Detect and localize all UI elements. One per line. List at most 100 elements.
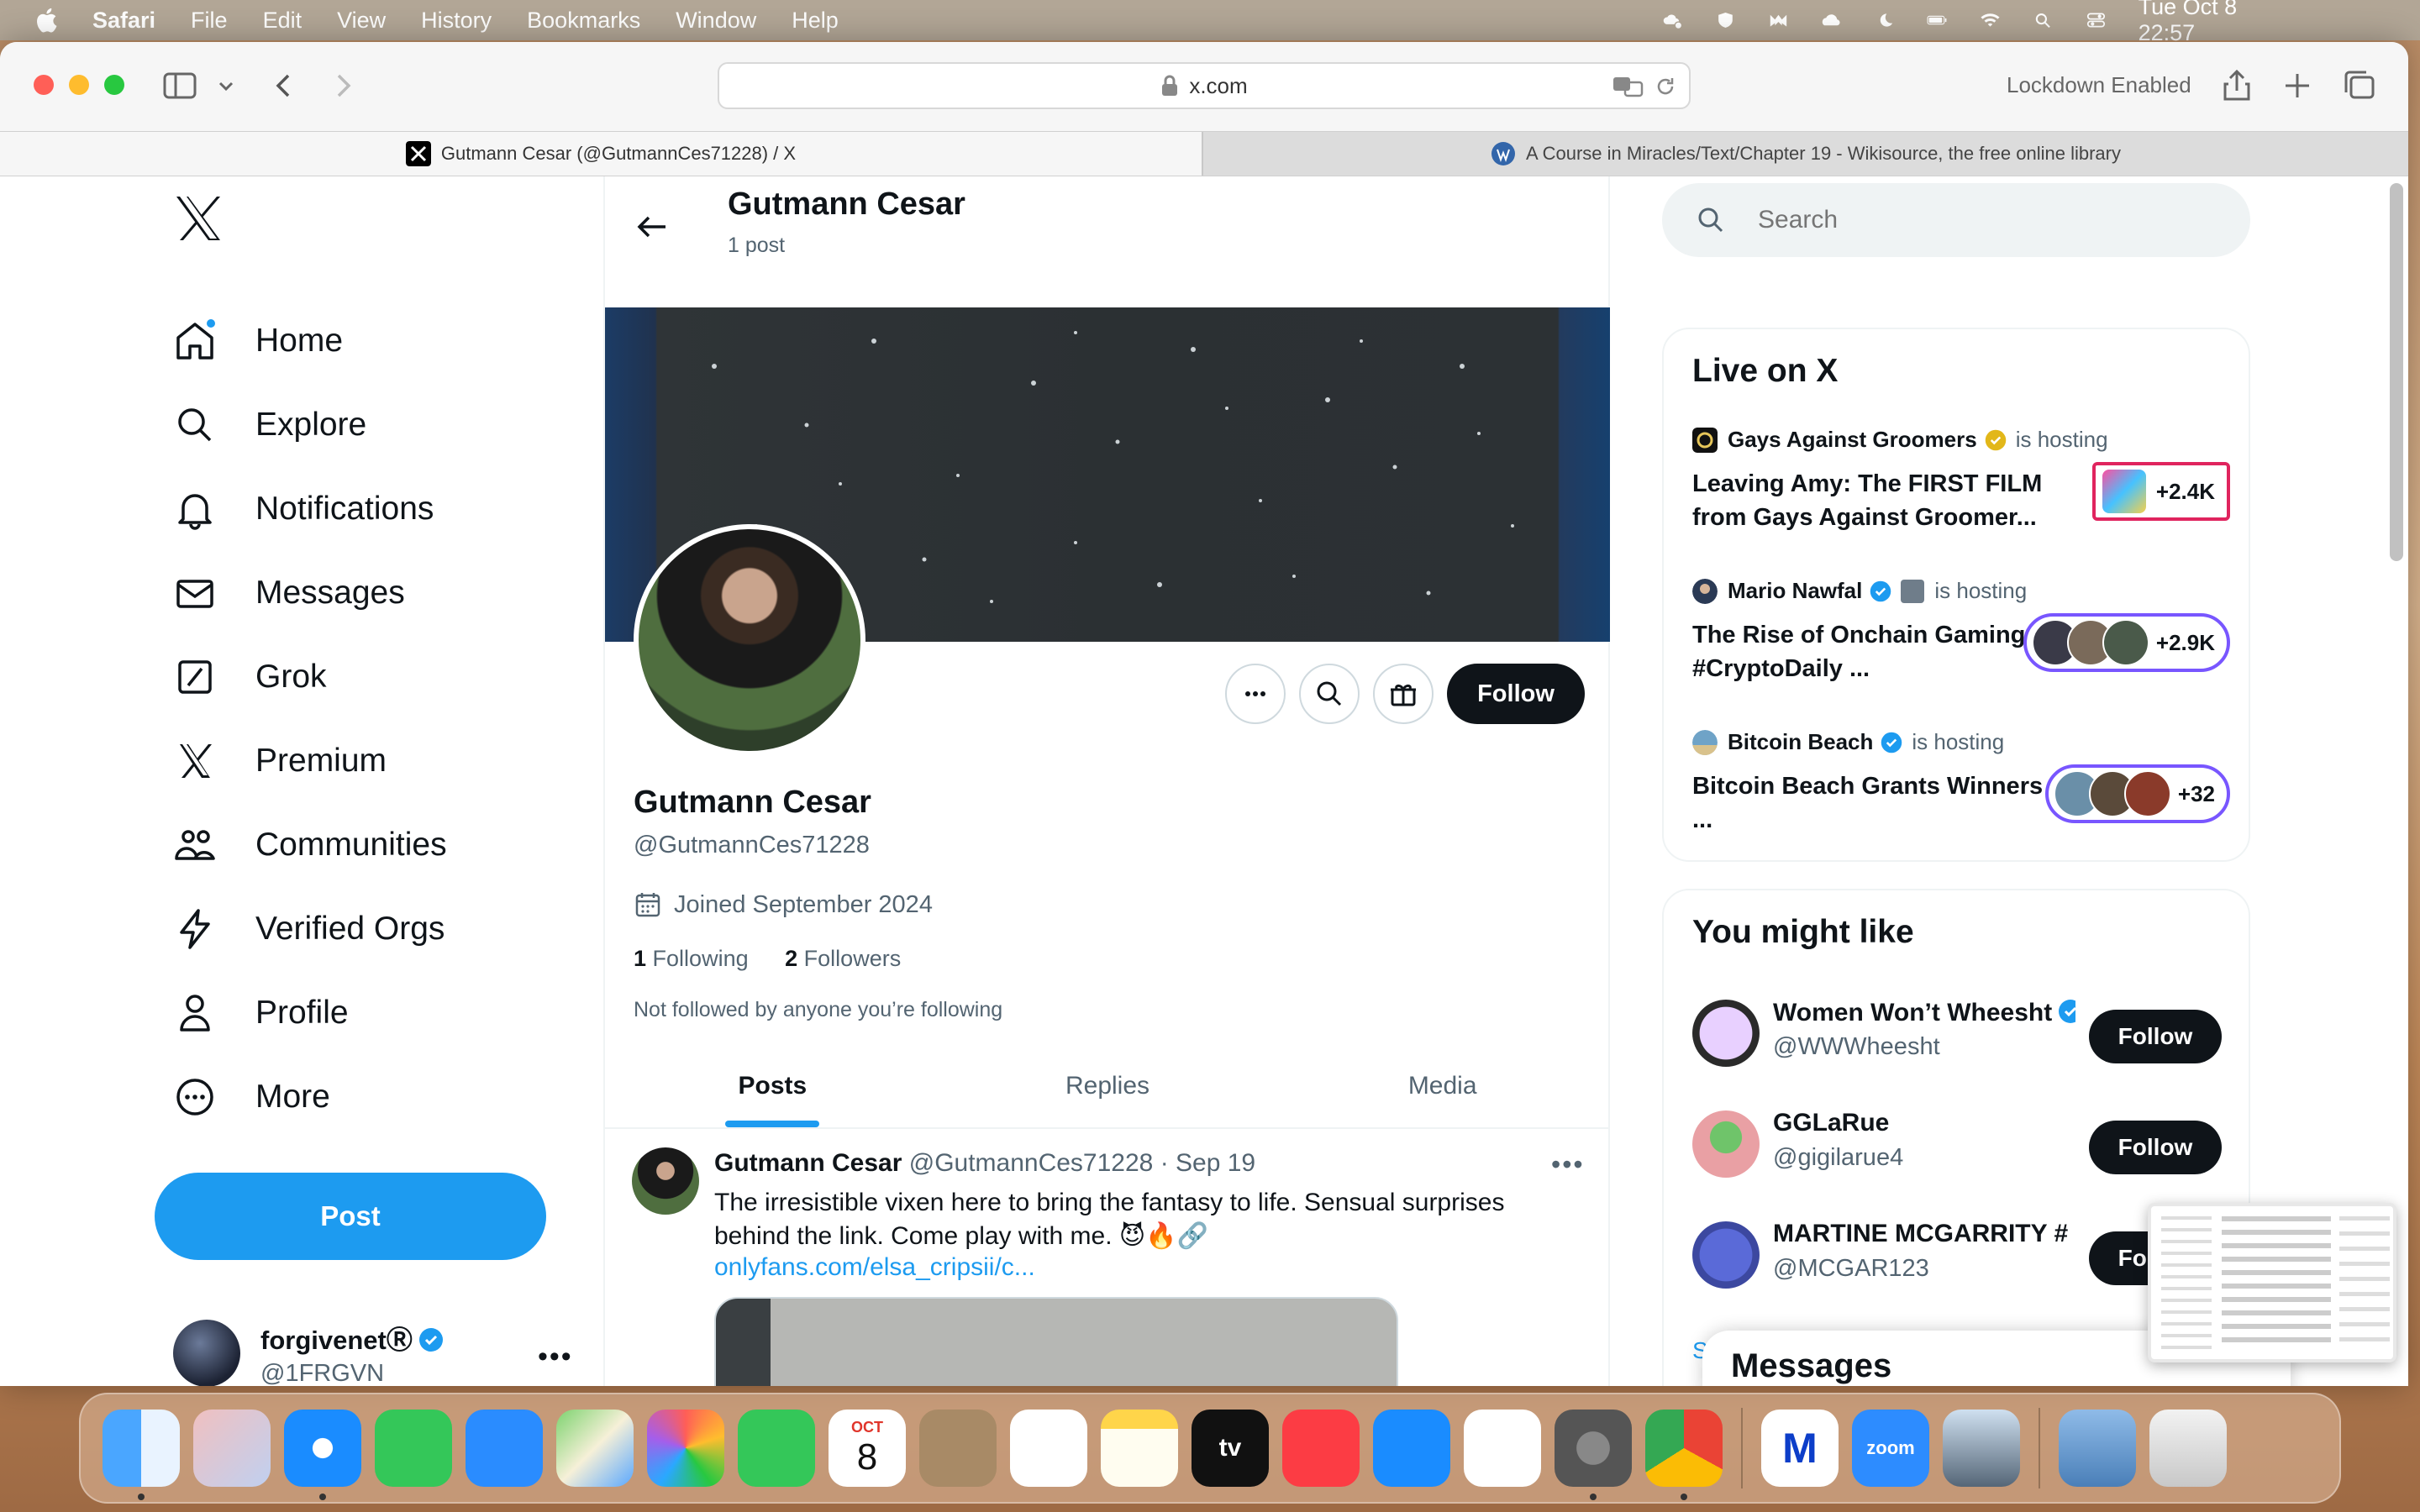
suggested-account[interactable]: Women Won’t Wheesht @WWWheesht Follow xyxy=(1692,991,2230,1075)
nav-verified-orgs[interactable]: Verified Orgs xyxy=(173,907,445,951)
moon-icon[interactable] xyxy=(1874,8,1895,33)
live-item[interactable]: Mario Nawfal is hosting The Rise of Oncha… xyxy=(1692,578,2230,696)
account-switcher[interactable]: forgivenetⓇ @1FRGVN xyxy=(173,1319,445,1386)
profile-avatar[interactable] xyxy=(634,524,865,756)
tab-replies[interactable]: Replies xyxy=(940,1045,1276,1127)
tweet[interactable]: Gutmann Cesar @GutmannCes71228 · Sep 19 … xyxy=(605,1131,1610,1386)
safari-icon[interactable] xyxy=(284,1410,361,1500)
app-store-icon[interactable] xyxy=(1373,1410,1450,1487)
menu-clock[interactable]: Tue Oct 8 22:57 xyxy=(2139,0,2250,46)
following-link[interactable]: 1 Following xyxy=(634,946,749,971)
close-window-button[interactable] xyxy=(34,75,54,95)
menu-view[interactable]: View xyxy=(337,8,386,34)
search-input[interactable] xyxy=(1758,206,2212,234)
tab-wikisource[interactable]: A Course in Miracles/Text/Chapter 19 - W… xyxy=(1202,132,2408,176)
menu-file[interactable]: File xyxy=(191,8,228,34)
nav-explore[interactable]: Explore xyxy=(173,403,366,447)
system-settings-icon[interactable] xyxy=(1555,1410,1632,1500)
zoom-window-button[interactable] xyxy=(104,75,124,95)
live-item[interactable]: Bitcoin Beach is hosting Bitcoin Beach Gr… xyxy=(1692,729,2230,847)
notes-icon[interactable] xyxy=(1101,1410,1178,1487)
menu-edit[interactable]: Edit xyxy=(263,8,302,34)
menu-bookmarks[interactable]: Bookmarks xyxy=(527,8,640,34)
listeners-pill[interactable]: +2.4K xyxy=(2091,462,2230,521)
live-item[interactable]: Gays Against Groomers is hosting Leaving … xyxy=(1692,427,2230,544)
nav-profile[interactable]: Profile xyxy=(173,991,349,1035)
contacts-icon[interactable] xyxy=(919,1410,997,1487)
nav-home[interactable]: Home xyxy=(173,318,343,363)
more-horizontal-icon[interactable]: ••• xyxy=(538,1341,573,1373)
wifi-icon[interactable] xyxy=(1980,8,2001,33)
menu-help[interactable]: Help xyxy=(792,8,839,34)
freeform-icon[interactable] xyxy=(1464,1410,1541,1487)
menu-history[interactable]: History xyxy=(421,8,492,34)
more-options-button[interactable] xyxy=(1225,664,1286,724)
nav-notifications[interactable]: Notifications xyxy=(173,487,434,531)
sidebar-toggle-icon[interactable] xyxy=(161,67,198,104)
page-scrollbar[interactable] xyxy=(2390,183,2403,561)
forward-icon[interactable] xyxy=(324,67,361,104)
listeners-pill[interactable]: +2.9K xyxy=(2023,613,2230,672)
spotlight-icon[interactable] xyxy=(2033,8,2054,33)
finder-icon[interactable] xyxy=(103,1410,180,1500)
tweet-media-image[interactable] xyxy=(714,1297,1398,1386)
zoom-icon[interactable]: zoom xyxy=(1852,1410,1929,1487)
menu-app-name[interactable]: Safari xyxy=(92,8,155,34)
back-arrow-icon[interactable] xyxy=(635,210,669,244)
launchpad-icon[interactable] xyxy=(193,1410,271,1487)
apple-icon[interactable] xyxy=(34,6,62,34)
preview-icon[interactable] xyxy=(1943,1410,2020,1487)
followers-link[interactable]: 2 Followers xyxy=(785,946,901,971)
malwarebytes-status-icon[interactable] xyxy=(1768,8,1789,33)
tweet-author[interactable]: Gutmann Cesar xyxy=(714,1149,902,1177)
translate-icon[interactable] xyxy=(1612,74,1645,99)
calendar-icon[interactable]: OCT 8 xyxy=(829,1410,906,1487)
minimize-window-button[interactable] xyxy=(69,75,89,95)
tab-overview-icon[interactable] xyxy=(2341,67,2378,104)
subscribe-gift-button[interactable] xyxy=(1373,664,1434,724)
url-text[interactable]: x.com xyxy=(1189,73,1247,99)
control-center-icon[interactable] xyxy=(2086,8,2107,33)
follow-button[interactable]: Follow xyxy=(1447,664,1585,724)
apple-tv-icon[interactable]: tv xyxy=(1192,1410,1269,1487)
facetime-icon[interactable] xyxy=(738,1410,815,1487)
tab-x-profile[interactable]: Gutmann Cesar (@GutmannCes71228) / X xyxy=(0,132,1202,176)
search-profile-button[interactable] xyxy=(1299,664,1360,724)
tweet-avatar[interactable] xyxy=(632,1147,699,1215)
chrome-icon[interactable] xyxy=(1645,1410,1723,1500)
menu-window[interactable]: Window xyxy=(676,8,756,34)
creative-cloud-icon[interactable] xyxy=(1821,8,1842,33)
tweet-handle-date[interactable]: @GutmannCes71228 · Sep 19 xyxy=(909,1149,1255,1177)
share-icon[interactable] xyxy=(2218,67,2255,104)
tab-media[interactable]: Media xyxy=(1275,1045,1610,1127)
post-button[interactable]: Post xyxy=(155,1173,546,1260)
search-box[interactable] xyxy=(1662,183,2250,257)
chevron-down-icon[interactable] xyxy=(215,67,237,104)
messages-icon[interactable] xyxy=(375,1410,452,1487)
nav-grok[interactable]: Grok xyxy=(173,655,327,699)
maps-icon[interactable] xyxy=(556,1410,634,1487)
nav-premium[interactable]: Premium xyxy=(173,739,387,783)
nav-communities[interactable]: Communities xyxy=(173,823,447,867)
battery-icon[interactable] xyxy=(1927,8,1948,33)
nav-more[interactable]: More xyxy=(173,1075,330,1119)
listeners-pill[interactable]: +32 xyxy=(2044,764,2230,823)
new-tab-icon[interactable] xyxy=(2279,67,2316,104)
music-icon[interactable] xyxy=(1282,1410,1360,1487)
nav-messages[interactable]: Messages xyxy=(173,571,405,615)
photos-icon[interactable] xyxy=(647,1410,724,1487)
tweet-link[interactable]: onlyfans.com/elsa_cripsii/c... xyxy=(714,1253,1035,1282)
address-bar[interactable]: x.com xyxy=(718,62,1691,109)
mail-icon[interactable] xyxy=(466,1410,543,1487)
reload-icon[interactable] xyxy=(1654,75,1677,98)
reminders-icon[interactable] xyxy=(1010,1410,1087,1487)
x-logo-icon[interactable] xyxy=(173,195,224,242)
shield-status-icon[interactable] xyxy=(1715,8,1736,33)
screenshot-thumbnail[interactable] xyxy=(2148,1203,2396,1362)
cloud-status-icon[interactable] xyxy=(1662,8,1683,33)
back-icon[interactable] xyxy=(266,67,302,104)
follow-button[interactable]: Follow xyxy=(2089,1121,2222,1174)
trash-icon[interactable] xyxy=(2149,1410,2227,1487)
downloads-folder-icon[interactable] xyxy=(2059,1410,2136,1487)
tab-posts[interactable]: Posts xyxy=(605,1045,940,1127)
